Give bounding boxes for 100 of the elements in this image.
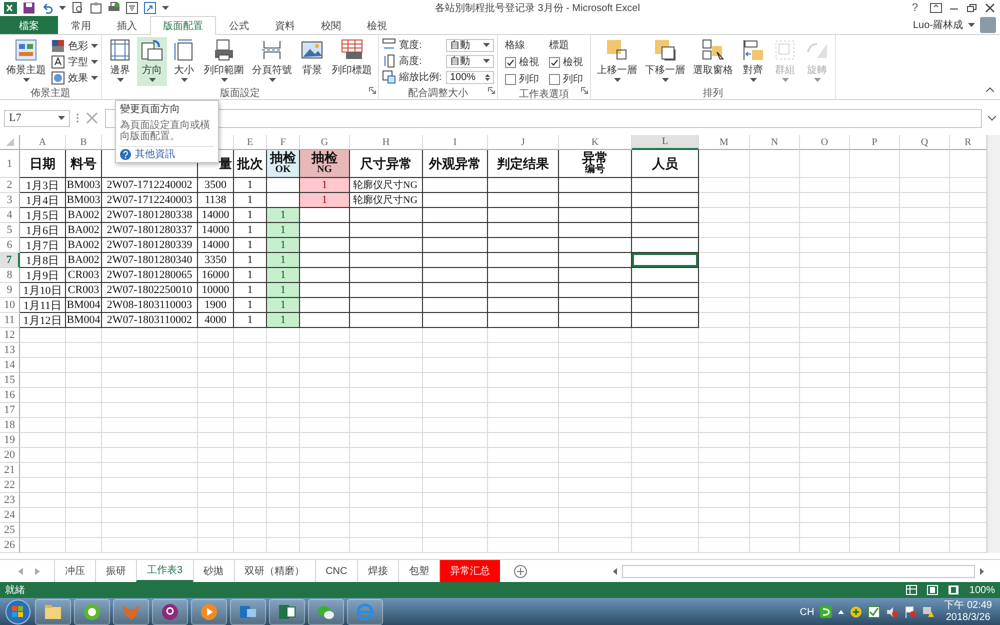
magnifier-page-icon[interactable] (72, 2, 84, 14)
printer-icon[interactable] (108, 2, 120, 14)
active-cell[interactable] (632, 253, 699, 268)
expand-caret-icon[interactable] (988, 116, 996, 120)
empty-cell[interactable] (632, 298, 699, 313)
page-break-view-icon[interactable] (948, 585, 960, 595)
row-header[interactable]: 15 (0, 373, 20, 388)
column-header[interactable]: L (632, 135, 699, 150)
ribbon-button[interactable]: 佈景主題 (3, 37, 49, 86)
empty-cell[interactable] (632, 193, 699, 208)
empty-cell[interactable] (488, 238, 559, 253)
row-header[interactable]: 9 (0, 283, 20, 298)
scroll-right-icon[interactable] (977, 566, 986, 576)
empty-cell[interactable] (488, 208, 559, 223)
taskbar-button[interactable] (74, 599, 110, 625)
empty-cell[interactable] (559, 178, 632, 193)
empty-cell[interactable] (559, 283, 632, 298)
column-header[interactable]: J (488, 135, 559, 150)
column-header[interactable]: O (800, 135, 850, 150)
speaker-muted-icon[interactable] (886, 606, 898, 618)
ribbon-button[interactable]: 對齊 (738, 37, 768, 86)
row-header[interactable]: 14 (0, 358, 20, 373)
empty-cell[interactable] (559, 298, 632, 313)
row-header[interactable]: 16 (0, 388, 20, 403)
ribbon-tab[interactable]: 版面配置 (150, 16, 216, 35)
empty-cell[interactable] (488, 193, 559, 208)
empty-cell[interactable] (488, 223, 559, 238)
flag-error-icon[interactable] (904, 606, 916, 618)
column-header[interactable]: R (950, 135, 987, 150)
ribbon-button[interactable]: 大小 (169, 37, 199, 86)
row-header[interactable]: 8 (0, 268, 20, 283)
network-warning-icon[interactable] (922, 606, 934, 618)
close-icon[interactable] (984, 3, 996, 13)
taskbar-button[interactable] (308, 599, 344, 625)
column-header[interactable]: I (423, 135, 488, 150)
undo-icon[interactable] (41, 2, 53, 14)
ribbon-tab[interactable]: 校閱 (308, 16, 354, 34)
ribbon-button[interactable]: 方向 (137, 37, 167, 86)
row-header[interactable]: 26 (0, 538, 20, 553)
ribbon-button[interactable]: 分頁符號 (249, 37, 295, 86)
empty-cell[interactable] (423, 313, 488, 328)
cancel-icon[interactable] (85, 111, 99, 125)
empty-cell[interactable] (559, 253, 632, 268)
clock-date[interactable]: 2018/3/26 (946, 612, 990, 624)
row-header[interactable]: 17 (0, 403, 20, 418)
empty-cell[interactable] (350, 268, 423, 283)
filter-window-icon[interactable] (126, 2, 138, 14)
ribbon-tab[interactable]: 插入 (104, 16, 150, 34)
empty-cell[interactable] (423, 178, 488, 193)
empty-cell[interactable] (488, 253, 559, 268)
select-all-triangle-icon[interactable] (6, 138, 14, 146)
ribbon-button[interactable]: 下移一層 (642, 37, 688, 86)
empty-cell[interactable] (488, 178, 559, 193)
ribbon-tab[interactable]: 常用 (58, 16, 104, 34)
empty-cell[interactable] (423, 268, 488, 283)
empty-cell[interactable] (632, 178, 699, 193)
empty-cell[interactable] (423, 193, 488, 208)
empty-cell[interactable] (559, 223, 632, 238)
normal-view-icon[interactable] (906, 585, 918, 595)
empty-cell[interactable] (350, 298, 423, 313)
ribbon-menu-button[interactable]: 字型 (51, 55, 98, 69)
save-icon[interactable] (23, 2, 35, 14)
sheet-tab[interactable]: 工作表3 (136, 560, 193, 582)
empty-cell[interactable] (423, 283, 488, 298)
column-header[interactable]: P (850, 135, 900, 150)
checkbox[interactable] (549, 56, 560, 68)
row-header[interactable]: 4 (0, 208, 20, 223)
column-header[interactable]: N (750, 135, 800, 150)
empty-cell[interactable] (632, 283, 699, 298)
column-header[interactable]: Q (900, 135, 950, 150)
collapse-caret-icon[interactable] (986, 87, 994, 92)
taskbar-button[interactable] (191, 599, 227, 625)
dropdown-field[interactable]: 自動 (446, 38, 494, 52)
empty-cell[interactable] (488, 298, 559, 313)
ribbon-button[interactable]: 列印標題 (329, 37, 375, 86)
row-header[interactable]: 5 (0, 223, 20, 238)
empty-cell[interactable] (632, 313, 699, 328)
empty-cell[interactable] (350, 208, 423, 223)
up-triangle-icon[interactable] (838, 610, 844, 614)
row-header[interactable]: 2 (0, 178, 20, 193)
empty-cell[interactable] (350, 313, 423, 328)
app-badge-icon[interactable] (820, 606, 832, 618)
name-box[interactable]: L7 (4, 110, 70, 126)
column-header[interactable]: M (699, 135, 750, 150)
ribbon-tab[interactable]: 檢視 (354, 16, 400, 34)
start-orb-icon[interactable] (4, 599, 32, 625)
taskbar-button[interactable] (152, 599, 188, 625)
row-header[interactable]: 19 (0, 433, 20, 448)
dialog-launcher-icon[interactable] (369, 87, 376, 94)
dropdown-field[interactable]: 自動 (446, 54, 494, 68)
empty-cell[interactable] (559, 193, 632, 208)
empty-cell[interactable] (559, 313, 632, 328)
taskbar-button[interactable] (35, 599, 71, 625)
checkbox[interactable] (505, 56, 516, 68)
empty-cell[interactable] (423, 208, 488, 223)
help-button[interactable]: ? (906, 2, 924, 14)
column-header[interactable]: E (234, 135, 267, 150)
empty-cell[interactable] (423, 238, 488, 253)
file-tab[interactable]: 檔案 (0, 16, 58, 34)
ribbon-button[interactable]: 列印範圍 (201, 37, 247, 86)
